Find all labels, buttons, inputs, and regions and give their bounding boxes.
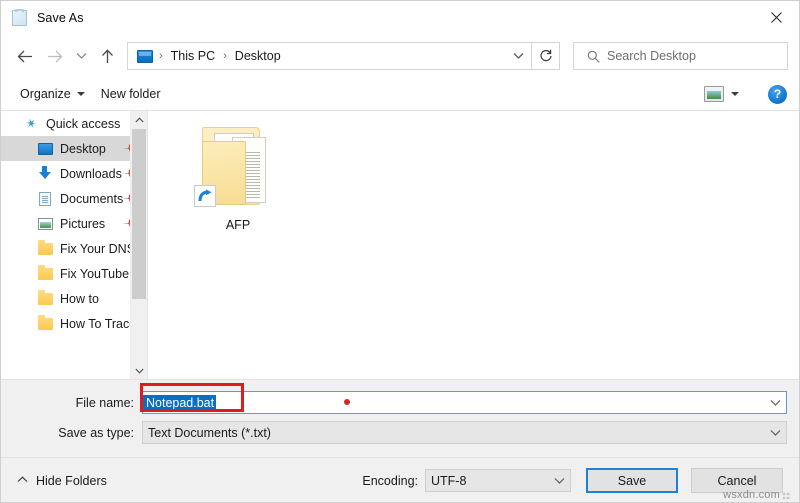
sidebar-item-label: Desktop (60, 141, 106, 156)
view-layout-icon[interactable] (704, 86, 724, 102)
encoding-chevron-down-icon[interactable] (548, 477, 570, 485)
annotation-dot (344, 399, 350, 405)
file-name-input[interactable]: Notepad.bat (142, 391, 787, 414)
folder-icon (37, 239, 53, 257)
file-name-chevron-down-icon[interactable] (764, 399, 786, 407)
save-as-type-label: Save as type: (58, 425, 134, 440)
title-bar: Save As (1, 1, 799, 34)
sidebar-item-fix-your-dns[interactable]: Fix Your DNS Ser (1, 236, 147, 261)
encoding-label: Encoding: (362, 473, 418, 488)
back-button[interactable] (10, 41, 40, 71)
sidebar-item-how-to[interactable]: How to (1, 286, 147, 311)
sidebar-item-downloads[interactable]: Downloads 📌 (1, 161, 147, 186)
list-item[interactable]: AFP (186, 115, 290, 232)
hide-folders-label: Hide Folders (36, 473, 107, 488)
file-list-pane[interactable]: AFP (148, 111, 799, 379)
dialog-body: ✶ Quick access Desktop 📌 Downloads 📌 Doc… (1, 111, 799, 379)
new-folder-label: New folder (100, 87, 161, 101)
list-item-label: AFP (225, 218, 251, 232)
pictures-icon (37, 216, 53, 232)
notepad-icon (12, 8, 28, 26)
sidebar-item-label: Quick access (46, 116, 121, 131)
save-as-type-row: Save as type: Text Documents (*.txt) (1, 421, 799, 444)
folder-icon (37, 314, 53, 332)
save-form: File name: Notepad.bat Save as type: Tex… (1, 379, 799, 457)
folder-icon (37, 289, 53, 307)
download-icon (37, 166, 53, 182)
up-button[interactable] (92, 41, 122, 71)
dialog-footer: Hide Folders Encoding: UTF-8 Save Cancel (1, 457, 799, 502)
hide-folders-button[interactable]: Hide Folders (17, 474, 107, 488)
sidebar-item-how-to-trace[interactable]: How To Trace Th (1, 311, 147, 336)
monitor-icon (37, 141, 53, 157)
watermark-text: wsxdn.com (723, 489, 780, 501)
sidebar-item-label: Documents (60, 191, 124, 206)
refresh-icon[interactable] (532, 42, 560, 70)
watermark: wsxdn.com (723, 489, 791, 501)
breadcrumb-separator-2: › (223, 50, 227, 62)
scroll-down-icon[interactable] (131, 362, 147, 379)
star-icon: ✶ (23, 114, 39, 132)
breadcrumb-separator-1: › (159, 50, 163, 62)
shortcut-arrow-icon (194, 185, 216, 207)
save-as-dialog: Save As › This PC › Desktop Search Deskt… (0, 0, 800, 503)
search-box[interactable]: Search Desktop (573, 42, 788, 70)
search-input[interactable]: Search Desktop (607, 49, 696, 63)
file-name-label: File name: (75, 395, 134, 410)
folder-shortcut-icon (188, 115, 288, 215)
scrollbar-thumb[interactable] (132, 129, 146, 299)
organize-button[interactable]: Organize (12, 83, 93, 105)
encoding-select[interactable]: UTF-8 (425, 469, 571, 492)
folder-icon (37, 264, 53, 282)
new-folder-button[interactable]: New folder (93, 83, 169, 105)
address-bar[interactable]: › This PC › Desktop (127, 42, 532, 70)
sidebar-item-fix-youtube-black[interactable]: Fix YouTube Blac (1, 261, 147, 286)
sidebar-item-desktop[interactable]: Desktop 📌 (1, 136, 147, 161)
sidebar-item-documents[interactable]: Documents 📌 (1, 186, 147, 211)
view-chevron-down-icon[interactable] (726, 92, 744, 96)
sidebar-scrollbar[interactable] (130, 111, 147, 379)
address-chevron-down-icon[interactable] (505, 43, 531, 69)
navigation-sidebar: ✶ Quick access Desktop 📌 Downloads 📌 Doc… (1, 111, 147, 379)
window-title: Save As (37, 10, 84, 25)
command-bar: Organize New folder ? (1, 78, 799, 111)
search-icon (582, 50, 604, 63)
command-bar-right: ? (704, 84, 787, 104)
file-name-value: Notepad.bat (143, 394, 217, 411)
sidebar-item-label: How to (60, 291, 99, 306)
save-as-type-value: Text Documents (*.txt) (148, 425, 271, 440)
save-as-type-chevron-down-icon[interactable] (764, 429, 786, 437)
close-icon[interactable] (753, 1, 799, 33)
organize-chevron-down-icon (76, 92, 85, 96)
save-button[interactable]: Save (586, 468, 678, 493)
navigation-bar: › This PC › Desktop Search Desktop (1, 34, 799, 78)
sidebar-item-quick-access[interactable]: ✶ Quick access (1, 111, 147, 136)
organize-label: Organize (20, 87, 71, 101)
encoding-value: UTF-8 (431, 473, 467, 488)
breadcrumb-this-pc[interactable]: This PC (169, 49, 217, 63)
file-name-row: File name: Notepad.bat (1, 391, 799, 414)
save-as-type-select[interactable]: Text Documents (*.txt) (142, 421, 787, 444)
recent-locations-chevron-down-icon[interactable] (70, 41, 92, 71)
document-icon (37, 191, 53, 207)
scroll-up-icon[interactable] (131, 111, 147, 128)
sidebar-item-label: Pictures (60, 216, 106, 231)
forward-button[interactable] (40, 41, 70, 71)
sidebar-item-pictures[interactable]: Pictures 📌 (1, 211, 147, 236)
chevron-up-icon (17, 475, 28, 486)
sidebar-item-label: Downloads (60, 166, 122, 181)
this-pc-icon (137, 49, 153, 63)
breadcrumb-desktop[interactable]: Desktop (233, 49, 283, 63)
help-icon[interactable]: ? (768, 84, 787, 104)
